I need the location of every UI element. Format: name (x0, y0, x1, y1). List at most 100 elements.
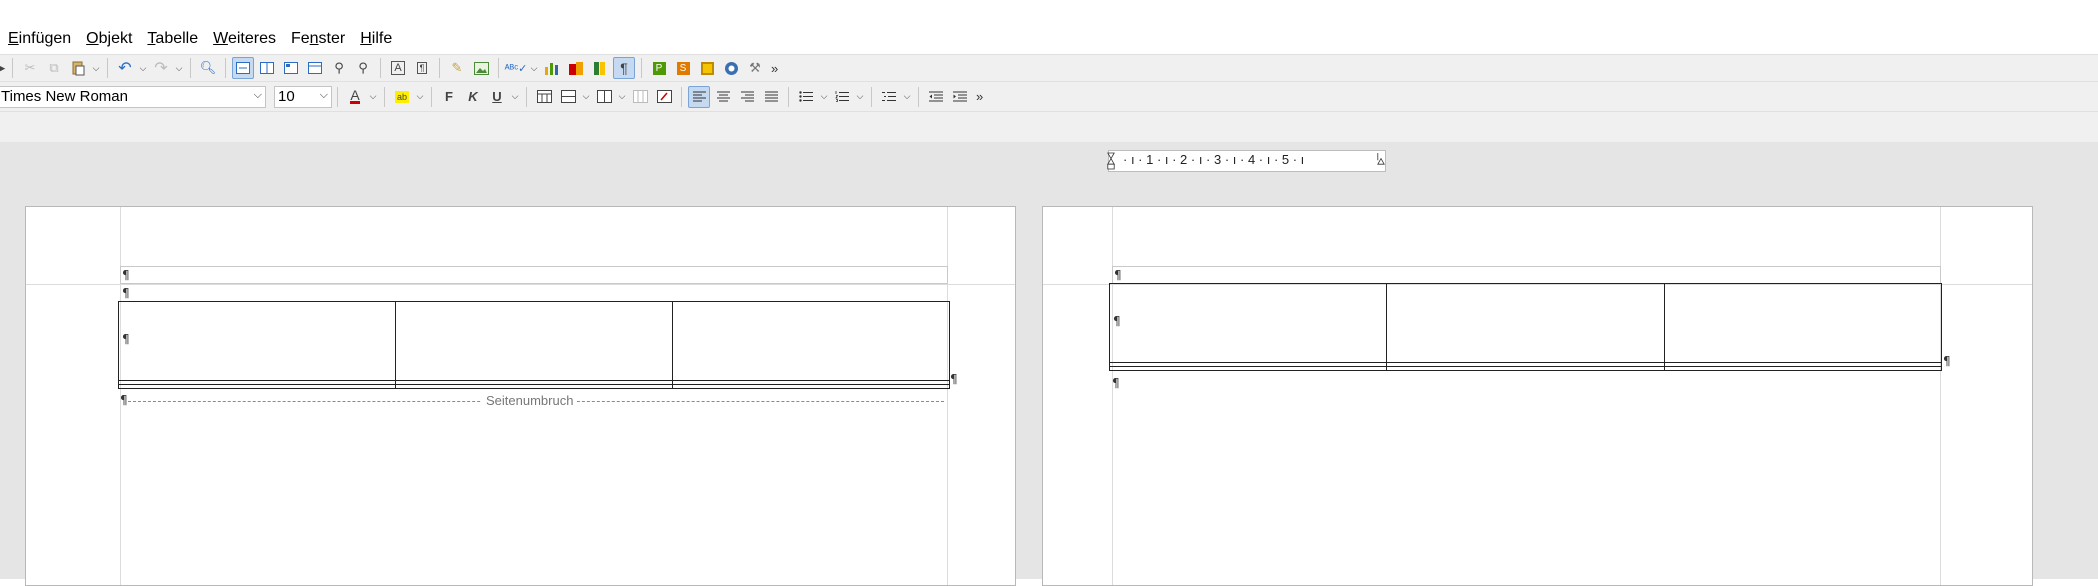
table-cell[interactable] (1663, 365, 1943, 372)
outline-list-dropdown-icon[interactable]: ⌵ (901, 91, 913, 102)
find-replace-icon[interactable]: 🔍︎ (197, 57, 219, 79)
formatting-marks-icon[interactable]: ¶ (613, 57, 635, 79)
insert-rows-icon[interactable] (557, 86, 579, 108)
undo-icon[interactable]: ↶ (114, 57, 136, 79)
outline-list-icon[interactable] (878, 86, 900, 108)
table-page-2[interactable]: ¶ (1108, 283, 1943, 372)
bookmark-icon[interactable] (589, 57, 611, 79)
menu-objekt[interactable]: Objekt (86, 30, 132, 48)
insert-chart-icon[interactable] (541, 57, 563, 79)
table-cell[interactable] (118, 383, 396, 390)
table-page-1[interactable]: ¶ (118, 301, 950, 390)
insert-image-icon[interactable] (470, 57, 492, 79)
page-2[interactable]: ¶ ¶ ¶ ¶ (1042, 206, 2033, 586)
font-size-combo[interactable]: 10 ⌵ (274, 85, 332, 108)
numbered-list-icon[interactable] (831, 86, 853, 108)
menu-weiteres[interactable]: Weiteres (213, 30, 276, 48)
paste-dropdown-icon[interactable]: ⌵ (90, 63, 102, 74)
table-cell[interactable] (1663, 283, 1943, 363)
insert-columns-dropdown-icon[interactable]: ⌵ (616, 91, 628, 102)
redo-icon[interactable]: ↷ (150, 57, 172, 79)
page-view-icon[interactable] (232, 57, 254, 79)
align-right-icon[interactable] (736, 86, 758, 108)
page-1[interactable]: ¶ ¶ ¶ ¶ ¶ Seitenumbruch (25, 206, 1016, 586)
menu-fenster[interactable]: Fenster (291, 30, 345, 48)
align-center-icon[interactable] (712, 86, 734, 108)
table-cell[interactable] (395, 383, 673, 390)
table-cell[interactable] (1386, 283, 1665, 363)
menu-einfuegen[interactable]: Einfügen (8, 30, 71, 48)
text-box-icon[interactable]: A (387, 57, 409, 79)
justify-icon[interactable] (760, 86, 782, 108)
highlight-icon[interactable]: ab (391, 86, 413, 108)
table-cell[interactable] (672, 301, 950, 381)
insert-columns-icon[interactable] (593, 86, 615, 108)
underline-dropdown-icon[interactable]: ⌵ (509, 91, 521, 102)
two-page-view-icon[interactable] (256, 57, 278, 79)
more-standard-icon[interactable]: » (771, 61, 778, 76)
print-preview-icon[interactable]: ▸ (0, 57, 6, 79)
decrease-indent-icon[interactable] (925, 86, 947, 108)
bullet-list-dropdown-icon[interactable]: ⌵ (818, 91, 830, 102)
paste-icon[interactable] (67, 57, 89, 79)
separator (107, 58, 108, 78)
right-indent-marker-icon[interactable] (1377, 150, 1385, 172)
left-indent-marker-icon[interactable] (1107, 150, 1115, 172)
book-view-icon[interactable] (280, 57, 302, 79)
underline-button[interactable]: U (486, 86, 508, 108)
table-cell[interactable] (1108, 365, 1388, 372)
table-cell[interactable] (672, 383, 950, 390)
character-style-icon[interactable]: S (672, 57, 694, 79)
insert-table-icon[interactable] (533, 86, 555, 108)
zoom-icon[interactable]: ⚲ (328, 57, 350, 79)
insert-rows-dropdown-icon[interactable]: ⌵ (580, 91, 592, 102)
table-cell[interactable] (395, 301, 673, 381)
table-cell[interactable]: ¶ (118, 301, 396, 381)
multi-page-view-icon[interactable] (304, 57, 326, 79)
menu-hilfe[interactable]: Hilfe (360, 30, 392, 48)
highlight-dropdown-icon[interactable]: ⌵ (414, 91, 426, 102)
spellcheck-dropdown-icon[interactable]: ⌵ (528, 63, 540, 74)
spellcheck-icon[interactable]: ᴬᴮᶜ✓ (505, 57, 528, 79)
table-cell[interactable] (1386, 365, 1665, 372)
navigator-icon[interactable] (720, 57, 742, 79)
paragraph-mark: ¶ (950, 372, 958, 386)
font-name-combo[interactable]: Times New Roman ⌵ (0, 85, 266, 108)
delete-rows-icon[interactable] (629, 86, 651, 108)
separator (498, 58, 499, 78)
numbered-list-dropdown-icon[interactable]: ⌵ (854, 91, 866, 102)
copy-icon[interactable]: ⧉ (43, 57, 65, 79)
paragraph-mark: ¶ (1114, 268, 1122, 282)
character-style-glyph: S (676, 61, 690, 75)
cut-icon[interactable]: ✂ (19, 57, 41, 79)
clone-formatting-icon[interactable]: ✎ (446, 57, 468, 79)
font-size-value: 10 (278, 88, 295, 105)
database-icon[interactable] (565, 57, 587, 79)
separator (439, 58, 440, 78)
font-color-icon[interactable]: A (344, 86, 366, 108)
header-area[interactable] (1112, 266, 1941, 284)
align-left-icon[interactable] (688, 85, 710, 108)
frame-style-icon[interactable] (696, 57, 718, 79)
table-properties-icon[interactable] (653, 86, 675, 108)
menu-hilfe-rest: ilfe (371, 30, 393, 47)
bullet-list-icon[interactable] (795, 86, 817, 108)
redo-dropdown-icon[interactable]: ⌵ (173, 63, 185, 74)
menu-tabelle[interactable]: Tabelle (147, 30, 198, 48)
table-cell[interactable]: ¶ (1108, 283, 1388, 363)
menu-tabelle-rest: abelle (155, 30, 199, 47)
italic-button[interactable]: K (462, 86, 484, 108)
document-workspace[interactable]: · ı · 1 · ı · 2 · ı · 3 · ı · 4 · ı · 5 … (0, 142, 2098, 586)
font-color-dropdown-icon[interactable]: ⌵ (367, 91, 379, 102)
header-area[interactable] (120, 266, 948, 284)
more-formatting-icon[interactable]: » (976, 89, 983, 104)
increase-indent-icon[interactable] (949, 86, 971, 108)
zoom-fit-icon[interactable]: ⚲ (352, 57, 374, 79)
insert-field-icon[interactable]: ¶ (411, 57, 433, 79)
bold-button[interactable]: F (438, 86, 460, 108)
paragraph-style-icon[interactable]: P (648, 57, 670, 79)
undo-dropdown-icon[interactable]: ⌵ (137, 63, 149, 74)
separator (641, 58, 642, 78)
horizontal-ruler[interactable]: · ı · 1 · ı · 2 · ı · 3 · ı · 4 · ı · 5 … (1107, 150, 1386, 172)
properties-icon[interactable]: ⚒ (744, 57, 766, 79)
